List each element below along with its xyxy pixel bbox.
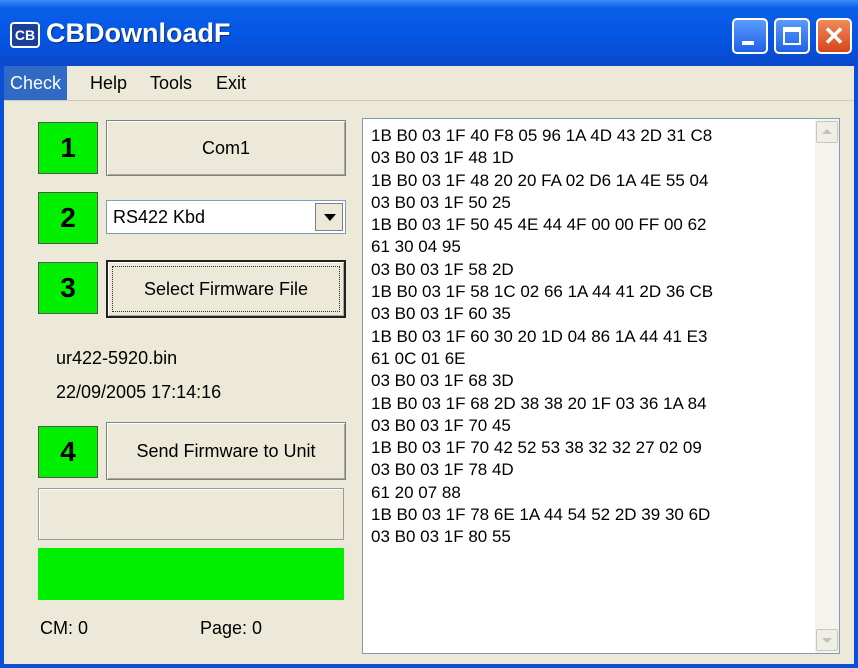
maximize-button[interactable] [774, 18, 810, 54]
log-line: 1B B0 03 1F 58 1C 02 66 1A 44 41 2D 36 C… [371, 282, 714, 302]
log-line: 03 B0 03 1F 58 2D [371, 259, 514, 279]
app-window: CB CBDownloadF ✕ Check Help Tools Exit 1… [0, 0, 858, 668]
scrollbar[interactable] [815, 119, 839, 653]
log-line: 1B B0 03 1F 68 2D 38 38 20 1F 03 36 1A 8… [371, 393, 707, 413]
menu-help[interactable]: Help [84, 66, 133, 100]
firmware-filename: ur422-5920.bin [56, 348, 178, 368]
window-title: CBDownloadF [46, 18, 231, 48]
data-log[interactable]: 1B B0 03 1F 40 F8 05 96 1A 4D 43 2D 31 C… [362, 118, 840, 654]
progress-bar-bottom [38, 548, 344, 600]
step-2-badge: 2 [38, 192, 98, 244]
log-line: 61 20 07 88 [371, 482, 461, 502]
keyboard-type-value: RS422 Kbd [113, 207, 206, 227]
com-port-button[interactable]: Com1 [106, 120, 346, 176]
maximize-icon [783, 27, 801, 45]
step-1-badge: 1 [38, 122, 98, 174]
log-line: 03 B0 03 1F 48 1D [371, 148, 514, 168]
scroll-up-icon[interactable] [816, 121, 838, 143]
log-line: 1B B0 03 1F 70 42 52 53 38 32 32 27 02 0… [371, 438, 702, 458]
close-icon: ✕ [823, 21, 845, 51]
cm-counter: CM: 0 [40, 618, 89, 638]
log-line: 03 B0 03 1F 78 4D [371, 460, 514, 480]
app-icon: CB [10, 22, 40, 48]
focus-ring [112, 266, 340, 312]
menu-tools[interactable]: Tools [144, 66, 198, 100]
scroll-down-icon[interactable] [816, 629, 838, 651]
log-line: 03 B0 03 1F 60 35 [371, 304, 511, 324]
page-counter: Page: 0 [200, 618, 263, 638]
close-button[interactable]: ✕ [816, 18, 852, 54]
log-line: 03 B0 03 1F 50 25 [371, 192, 511, 212]
menu-bar: Check Help Tools Exit [4, 66, 854, 101]
log-line: 1B B0 03 1F 78 6E 1A 44 54 52 2D 39 30 6… [371, 505, 711, 525]
log-text: 1B B0 03 1F 40 F8 05 96 1A 4D 43 2D 31 C… [371, 125, 811, 549]
log-line: 03 B0 03 1F 80 55 [371, 527, 511, 547]
chevron-down-icon[interactable] [315, 203, 343, 231]
progress-bar-top [38, 488, 344, 540]
title-bar[interactable]: CB CBDownloadF ✕ [0, 0, 858, 66]
minimize-icon [742, 41, 754, 45]
firmware-timestamp: 22/09/2005 17:14:16 [56, 382, 222, 402]
log-line: 1B B0 03 1F 50 45 4E 44 4F 00 00 FF 00 6… [371, 215, 707, 235]
log-line: 03 B0 03 1F 70 45 [371, 415, 511, 435]
log-line: 03 B0 03 1F 68 3D [371, 371, 514, 391]
step-3-badge: 3 [38, 262, 98, 314]
select-firmware-button[interactable]: Select Firmware File [106, 260, 346, 318]
minimize-button[interactable] [732, 18, 768, 54]
log-line: 61 0C 01 6E [371, 348, 466, 368]
log-line: 61 30 04 95 [371, 237, 461, 257]
menu-check[interactable]: Check [4, 66, 68, 100]
log-line: 1B B0 03 1F 40 F8 05 96 1A 4D 43 2D 31 C… [371, 126, 713, 145]
progress-fill-bottom [38, 548, 344, 600]
keyboard-type-select[interactable]: RS422 Kbd [106, 200, 346, 234]
log-line: 1B B0 03 1F 60 30 20 1D 04 86 1A 44 41 E… [371, 326, 708, 346]
menu-exit[interactable]: Exit [210, 66, 252, 100]
send-firmware-button[interactable]: Send Firmware to Unit [106, 422, 346, 480]
log-line: 1B B0 03 1F 48 20 20 FA 02 D6 1A 4E 55 0… [371, 170, 709, 190]
step-4-badge: 4 [38, 426, 98, 478]
